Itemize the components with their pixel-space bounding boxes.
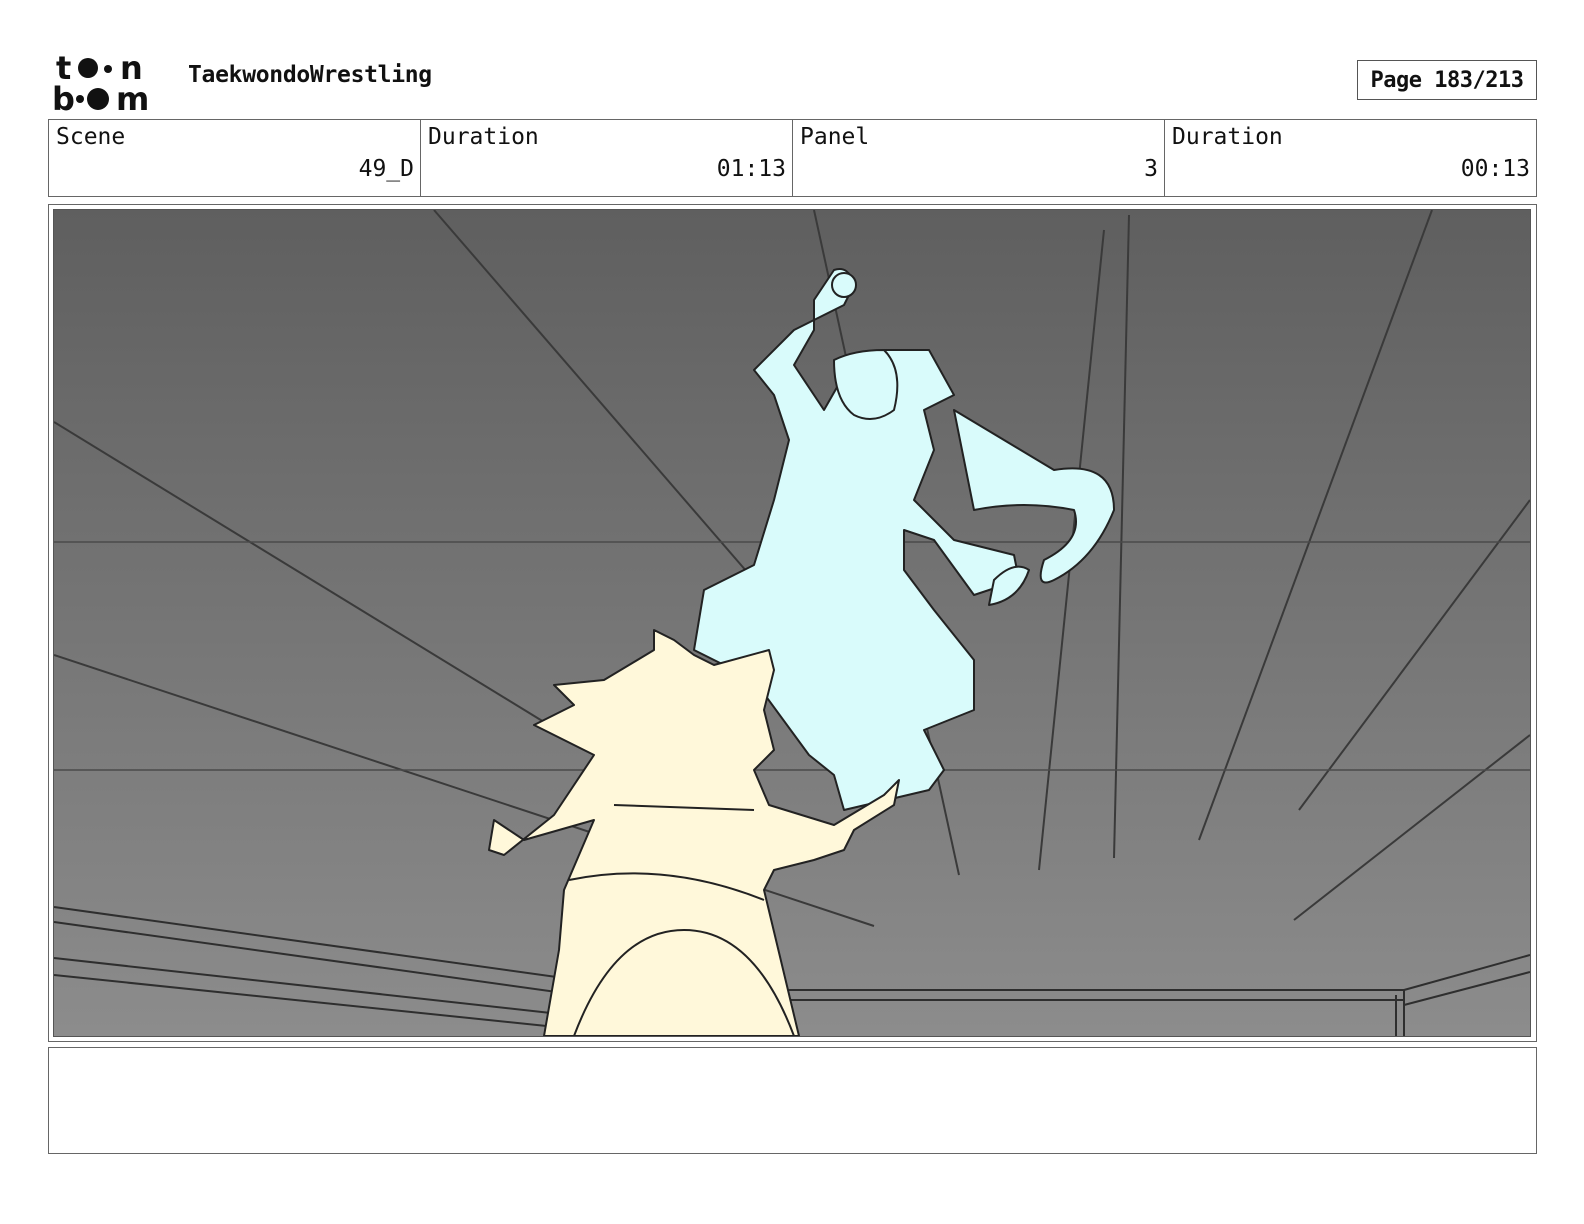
page-indicator: Page 183/213 [1357,60,1537,100]
notes-box [48,1047,1537,1154]
scene-duration-cell: Duration 01:13 [421,120,793,196]
scene-duration-label: Duration [428,124,539,150]
panel-label: Panel [800,124,870,150]
project-title: TaekwondoWrestling [188,62,432,88]
panel-duration-cell: Duration 00:13 [1165,120,1536,196]
storyboard-panel-image [53,209,1531,1037]
scene-value: 49_D [358,156,414,182]
panel-duration-value: 00:13 [1460,156,1530,182]
panel-value: 3 [1144,156,1158,182]
scene-duration-value: 01:13 [716,156,786,182]
scene-cell: Scene 49_D [49,120,421,196]
info-bar: Scene 49_D Duration 01:13 Panel 3 Durati… [48,119,1537,197]
svg-text:m: m [116,80,149,114]
panel-cell: Panel 3 [793,120,1165,196]
panel-duration-label: Duration [1172,124,1283,150]
scene-label: Scene [56,124,126,150]
svg-text:b: b [52,80,75,114]
panel-frame [48,204,1537,1042]
toon-boom-logo: t n b m [52,52,164,114]
